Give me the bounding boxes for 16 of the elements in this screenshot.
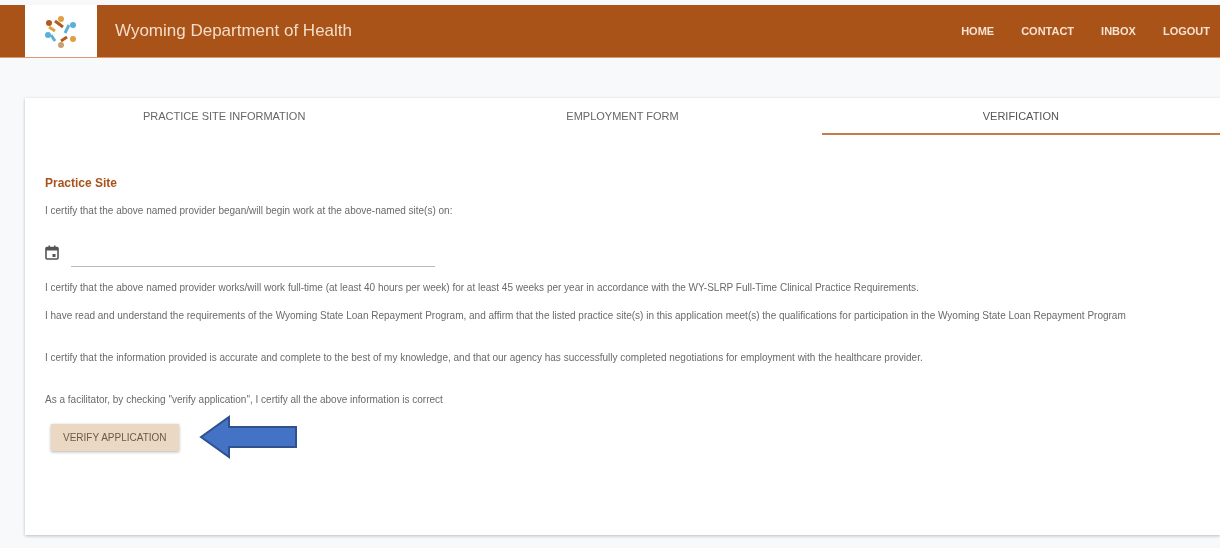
certify-text: I certify that the above named provider began/will begin work at the above-named site(s) on: bbox=[45, 204, 454, 218]
tab[interactable]: EMPLOYMENT FORM bbox=[423, 98, 822, 135]
calendar-icon[interactable] bbox=[45, 245, 59, 260]
tab[interactable]: PRACTICE SITE INFORMATION bbox=[25, 98, 424, 135]
section-title: Practice Site bbox=[45, 176, 119, 190]
nav-link[interactable]: LOGOUT bbox=[1162, 25, 1210, 37]
site-title: Wyoming Department of Health bbox=[115, 21, 352, 41]
certify-text: I certify that the information provided is accurate and complete to the best of my knowledge, and that our agency has successfully completed negotiations for employment with the healthcare provider. bbox=[45, 351, 924, 365]
tab[interactable]: VERIFICATION bbox=[821, 98, 1220, 135]
nav-link[interactable]: INBOX bbox=[1101, 25, 1136, 37]
facilitator-note: As a facilitator, by checking "verify application", I certify all the above information is correct bbox=[45, 393, 444, 407]
nav-link[interactable]: HOME bbox=[961, 25, 995, 37]
nav-link[interactable]: CONTACT bbox=[1021, 25, 1075, 37]
verify-application-button[interactable]: VERIFY APPLICATION bbox=[51, 423, 179, 451]
certify-text: I have read and understand the requirements of the Wyoming State Loan Repayment Program, and affirm that the listed practice site(s) in this application meet(s) the qualifications for participation in the Wyoming State Loan Repayment Program bbox=[45, 309, 1127, 323]
certify-text: I certify that the above named provider works/will work full-time (at least 40 hours per week) for at least 45 weeks per year in accordance with the WY-SLRP Full-Time Clinical Practice Requirements. bbox=[45, 281, 920, 295]
